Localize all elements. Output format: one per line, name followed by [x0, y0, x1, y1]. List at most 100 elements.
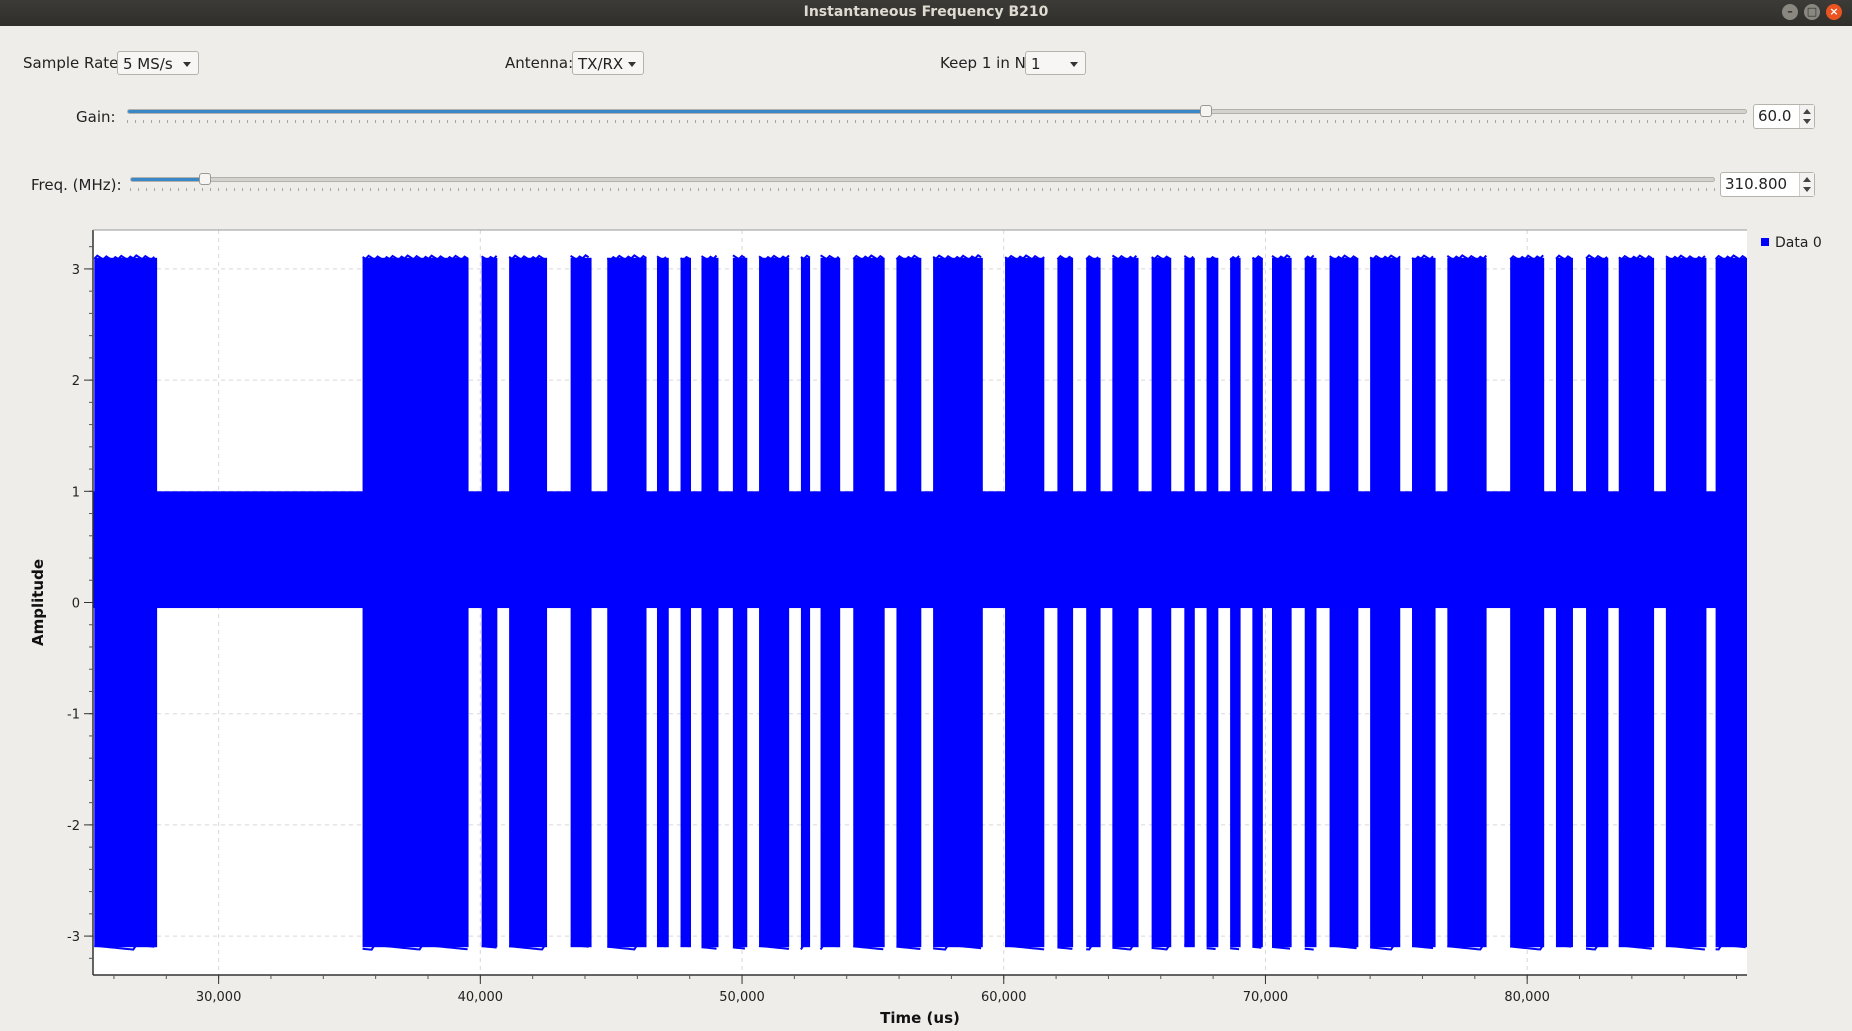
signal-burst [1271, 254, 1292, 950]
chart-legend: Data 0 [1761, 235, 1822, 251]
x-tick-label: 30,000 [196, 990, 242, 1005]
signal-burst-bottom-edge [656, 944, 667, 948]
y-axis-title: Amplitude [29, 559, 47, 646]
signal-burst [93, 254, 158, 951]
signal-burst-body [1112, 257, 1139, 948]
signal-burst-body [656, 257, 669, 948]
signal-burst [362, 254, 469, 951]
signal-burst-bottom-edge [1206, 947, 1216, 951]
signal-burst [895, 254, 922, 950]
signal-burst [1411, 254, 1436, 950]
signal-burst [1004, 254, 1045, 951]
signal-burst [679, 255, 692, 948]
signal-burst-body [1618, 257, 1655, 948]
signal-burst [1369, 254, 1401, 951]
signal-burst [1251, 255, 1263, 949]
signal-burst [570, 254, 592, 948]
signal-burst [481, 255, 498, 949]
signal-burst [1509, 254, 1545, 951]
signal-burst-body [680, 257, 692, 948]
signal-burst-body [701, 257, 719, 948]
signal-burst-body [800, 257, 811, 948]
signal-burst [1329, 254, 1359, 950]
signal-burst-bottom-edge [1230, 947, 1240, 951]
x-axis-title: Time (us) [880, 1009, 960, 1027]
signal-burst [1183, 255, 1195, 948]
signal-burst-body [607, 257, 647, 948]
signal-burst [1665, 254, 1707, 951]
x-tick-label: 70,000 [1243, 990, 1289, 1005]
x-tick-label: 50,000 [719, 990, 765, 1005]
signal-burst [1151, 254, 1172, 951]
signal-burst [732, 254, 748, 950]
signal-burst [1714, 254, 1747, 951]
signal-burst [1206, 255, 1219, 951]
x-tick-label: 60,000 [981, 990, 1027, 1005]
signal-burst-body [1230, 257, 1241, 948]
y-tick-label: 0 [72, 597, 80, 612]
signal-burst-body [1329, 257, 1359, 948]
signal-burst-body [1005, 257, 1045, 948]
signal-burst [758, 254, 790, 950]
signal-burst [1303, 254, 1317, 951]
signal-burst-body [94, 257, 158, 948]
signal-burst-body [1057, 257, 1074, 948]
signal-burst-body [1184, 257, 1195, 948]
signal-burst-body [1252, 257, 1263, 948]
y-tick-label: 1 [72, 485, 80, 500]
time-plot[interactable]: 3 2 1 0 -1 -2 -3 30,000 40,000 50,000 60,000 70,000… [0, 0, 1852, 1031]
signal-burst [852, 254, 885, 951]
legend-swatch [1761, 238, 1769, 246]
y-tick-label: -2 [67, 819, 80, 834]
signal-burst-body [820, 257, 841, 948]
signal-burst-bottom-edge [1252, 945, 1262, 949]
signal-burst-body [1715, 257, 1747, 948]
signal-burst-body [1665, 257, 1707, 948]
signal-burst-body [933, 257, 983, 948]
signal-burst-body [1412, 257, 1436, 948]
signal-burst-body [509, 257, 548, 948]
signal-burst [1446, 254, 1488, 951]
signal-burst-body [362, 257, 469, 948]
signal-burst [1111, 254, 1139, 951]
signal-burst-body [732, 257, 748, 948]
signal-burst-bottom-edge [1184, 943, 1194, 947]
y-tick-label: -3 [67, 930, 80, 945]
signal-burst [800, 254, 811, 950]
signal-burst [1555, 254, 1573, 948]
signal-burst-body [1370, 257, 1401, 948]
signal-burst [1618, 254, 1655, 950]
legend-label: Data 0 [1775, 235, 1822, 251]
signal-burst-body [1206, 257, 1219, 948]
signal-burst-body [1271, 257, 1292, 948]
x-tick-label: 40,000 [458, 990, 504, 1005]
signal-burst-body [1510, 257, 1545, 948]
signal-burst [1585, 254, 1609, 951]
y-tick-label: -1 [67, 708, 80, 723]
signal-burst-bottom-edge [680, 944, 690, 948]
signal-burst-bottom-edge [732, 946, 745, 950]
signal-burst-body [1555, 257, 1573, 948]
signal-burst-body [481, 257, 498, 948]
signal-burst-body [1151, 257, 1172, 948]
signal-burst-body [1086, 257, 1101, 948]
x-tick-label: 80,000 [1504, 990, 1550, 1005]
signal-burst [700, 254, 719, 950]
signal-burst [819, 254, 841, 951]
signal-burst-body [1586, 257, 1609, 948]
signal-burst [1229, 255, 1241, 951]
signal-burst-body [570, 257, 592, 948]
signal-burst [606, 254, 647, 951]
signal-burst [932, 254, 983, 951]
signal-burst-body [853, 257, 885, 948]
signal-burst [1085, 255, 1101, 951]
signal-burst [656, 255, 669, 948]
y-tick-label: 3 [72, 263, 80, 278]
y-tick-label: 2 [72, 374, 80, 389]
signal-burst-body [1304, 257, 1317, 948]
signal-burst-body [1447, 257, 1487, 948]
signal-burst [1056, 254, 1074, 950]
signal-burst-body [759, 257, 790, 948]
signal-burst-body [896, 257, 922, 948]
signal-burst [508, 254, 548, 951]
